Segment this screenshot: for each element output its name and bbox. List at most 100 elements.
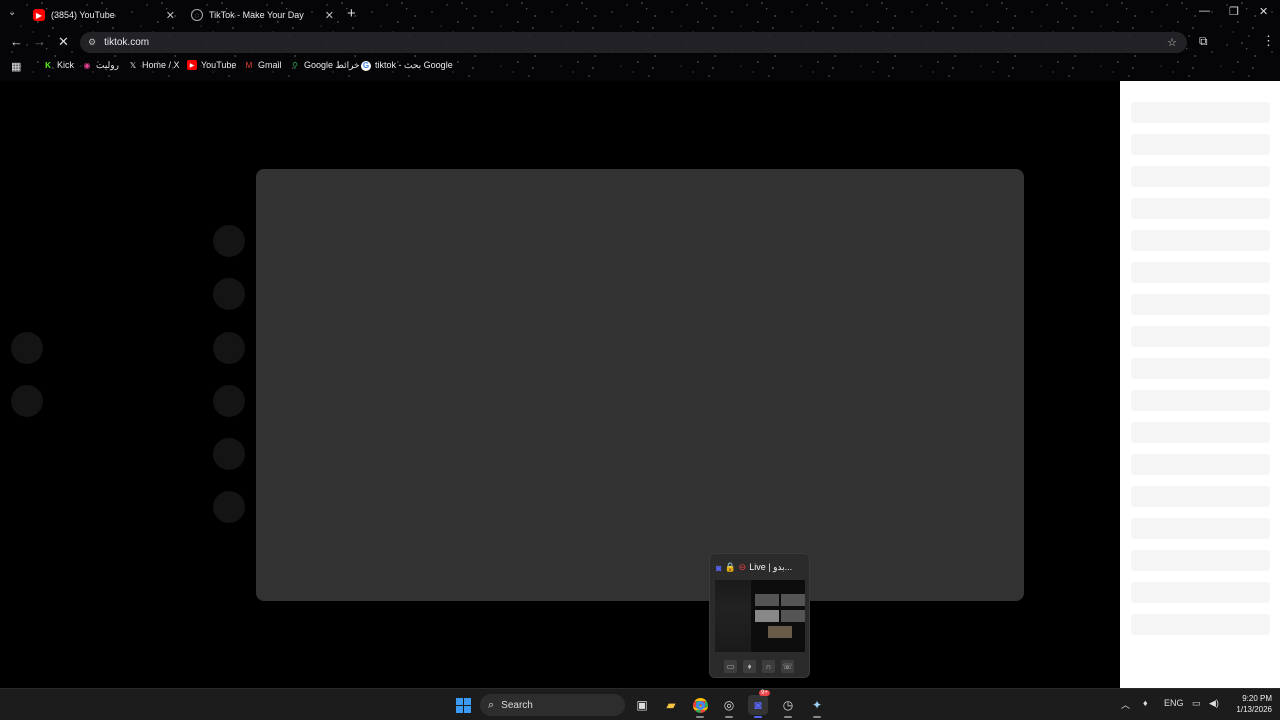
bookmark-label: Kick <box>57 60 75 70</box>
window-thumbnail[interactable] <box>715 580 805 652</box>
windows-logo-icon <box>455 697 471 713</box>
tiktok-page-loading <box>0 81 1120 688</box>
google-icon: G <box>361 60 371 71</box>
windows-taskbar: ⌕ Search ▣ ▰ ◎ ◙ 9+ ◷ ✦ ︿ ♦ ENG ▭ ◀) 9:2… <box>0 688 1280 720</box>
bookmark-google-search[interactable]: G tiktok - بحث Google <box>361 60 453 71</box>
obs-icon[interactable]: ◎ <box>719 695 739 718</box>
file-explorer-icon[interactable]: ▰ <box>661 695 681 715</box>
sidebar-skeleton-panel <box>1120 81 1280 688</box>
bookmark-x-home[interactable]: 𝕏 Home / X <box>128 60 180 70</box>
preview-title: Live | بدو... <box>749 562 793 572</box>
browser-chrome: ⌄ ▶ (3854) YouTube ✕ ◌ TikTok - Make You… <box>0 0 1280 81</box>
bookmark-roulette[interactable]: ◉ رولیت <box>82 60 120 71</box>
steam-icon[interactable]: ✦ <box>807 695 827 718</box>
search-icon: ⌕ <box>488 698 495 711</box>
stop-loading-icon[interactable]: ✕ <box>58 34 69 50</box>
tab-title: TikTok - Make Your Day <box>209 10 304 20</box>
volume-icon[interactable]: ◀) <box>1209 698 1219 709</box>
bookmark-label: Home / X <box>142 60 180 70</box>
maps-icon: ⚲ <box>292 61 298 70</box>
tab-search-chevron-icon[interactable]: ⌄ <box>8 7 16 18</box>
action-skeleton-circle <box>213 491 245 523</box>
bookmark-label: رولیت <box>96 60 119 70</box>
forward-icon[interactable]: → <box>33 34 46 49</box>
nav-skeleton-circle <box>11 385 43 417</box>
gmail-icon: M <box>245 60 253 70</box>
skeleton-row <box>1131 550 1270 571</box>
disconnect-icon[interactable]: ☏ <box>781 660 794 673</box>
back-icon[interactable]: ← <box>10 34 23 49</box>
live-indicator-icon: ⊖ <box>738 562 747 572</box>
skeleton-row <box>1131 486 1270 507</box>
close-tab-icon[interactable]: ✕ <box>166 9 175 22</box>
search-label: Search <box>501 699 533 711</box>
address-text[interactable]: tiktok.com <box>104 37 149 48</box>
skeleton-row <box>1131 582 1270 603</box>
bookmark-gmail[interactable]: M Gmail <box>244 60 282 70</box>
thumbnail-tile <box>781 610 805 622</box>
show-hidden-icons-icon[interactable]: ︿ <box>1121 698 1130 711</box>
clock-date: 1/13/2026 <box>1236 705 1272 714</box>
skeleton-row <box>1131 198 1270 219</box>
preview-header: ◙ 🔒 ⊖ Live | بدو... <box>716 562 795 573</box>
skeleton-row <box>1131 262 1270 283</box>
start-button[interactable] <box>453 695 473 715</box>
apps-grid-icon[interactable]: ▦ <box>11 60 21 73</box>
language-indicator[interactable]: ENG <box>1164 698 1184 708</box>
headphones-icon[interactable]: ∩ <box>762 660 775 673</box>
clock-time: 9:20 PM <box>1242 694 1272 703</box>
youtube-icon: ▶ <box>187 60 197 70</box>
bookmark-kick[interactable]: K Kick <box>43 60 74 70</box>
new-tab-icon[interactable]: + <box>347 5 356 22</box>
minimize-icon[interactable]: — <box>1199 5 1210 17</box>
microphone-tray-icon[interactable]: ♦ <box>1143 698 1148 708</box>
bookmark-star-icon[interactable]: ☆ <box>1167 36 1177 49</box>
bookmark-label: Google خرائط <box>304 60 360 70</box>
skeleton-row <box>1131 166 1270 187</box>
x-icon: 𝕏 <box>129 60 137 70</box>
task-view-icon[interactable]: ▣ <box>632 695 652 715</box>
tab-strip: ⌄ ▶ (3854) YouTube ✕ ◌ TikTok - Make You… <box>0 0 1280 28</box>
action-skeleton-circle <box>213 225 245 257</box>
skeleton-row <box>1131 454 1270 475</box>
network-icon[interactable]: ▭ <box>1192 698 1201 709</box>
video-skeleton-placeholder <box>256 169 1024 601</box>
action-skeleton-circle <box>213 278 245 310</box>
microphone-icon[interactable]: ♦ <box>743 660 756 673</box>
thumbnail-tile <box>755 594 779 606</box>
site-info-icon[interactable]: ⚙ <box>88 37 96 48</box>
chrome-icon[interactable] <box>690 695 710 718</box>
discord-icon[interactable]: ◙ 9+ <box>748 690 770 718</box>
taskbar-search[interactable]: ⌕ Search <box>480 694 625 716</box>
bookmark-label: Gmail <box>258 60 282 70</box>
bookmark-youtube[interactable]: ▶ YouTube <box>187 60 236 70</box>
thumbnail-tile <box>781 594 805 606</box>
bookmark-google-maps[interactable]: ⚲ Google خرائط <box>290 60 360 71</box>
extensions-icon[interactable]: ⧉ <box>1199 34 1208 49</box>
system-clock[interactable]: 9:20 PM 1/13/2026 <box>1226 693 1272 715</box>
skeleton-row <box>1131 230 1270 251</box>
close-window-icon[interactable]: ✕ <box>1259 5 1268 18</box>
discord-taskbar-preview[interactable]: ◙ 🔒 ⊖ Live | بدو... ▭ ♦ ∩ ☏ <box>709 553 810 678</box>
close-tab-icon[interactable]: ✕ <box>325 9 334 22</box>
preview-controls: ▭ ♦ ∩ ☏ <box>724 660 794 673</box>
bookmark-label: tiktok - بحث Google <box>375 60 453 70</box>
restore-icon[interactable]: ❐ <box>1229 5 1239 18</box>
menu-kebab-icon[interactable]: ⋮ <box>1262 33 1275 49</box>
tab-title: (3854) YouTube <box>51 10 115 20</box>
tab-youtube[interactable]: ▶ (3854) YouTube ✕ <box>33 4 175 26</box>
skeleton-row <box>1131 390 1270 411</box>
skeleton-row <box>1131 614 1270 635</box>
lock-icon: 🔒 <box>724 562 736 572</box>
camera-icon[interactable]: ▭ <box>724 660 737 673</box>
skeleton-row <box>1131 326 1270 347</box>
address-bar[interactable]: ⚙ tiktok.com ☆ <box>80 32 1187 53</box>
action-skeleton-circle <box>213 332 245 364</box>
app-icon[interactable]: ◷ <box>778 695 798 718</box>
skeleton-row <box>1131 358 1270 379</box>
notification-badge: 9+ <box>759 690 770 696</box>
thumbnail-tile <box>768 626 792 638</box>
tab-tiktok[interactable]: ◌ TikTok - Make Your Day ✕ <box>191 4 334 26</box>
youtube-icon: ▶ <box>33 9 45 21</box>
bookmark-label: YouTube <box>201 60 237 70</box>
